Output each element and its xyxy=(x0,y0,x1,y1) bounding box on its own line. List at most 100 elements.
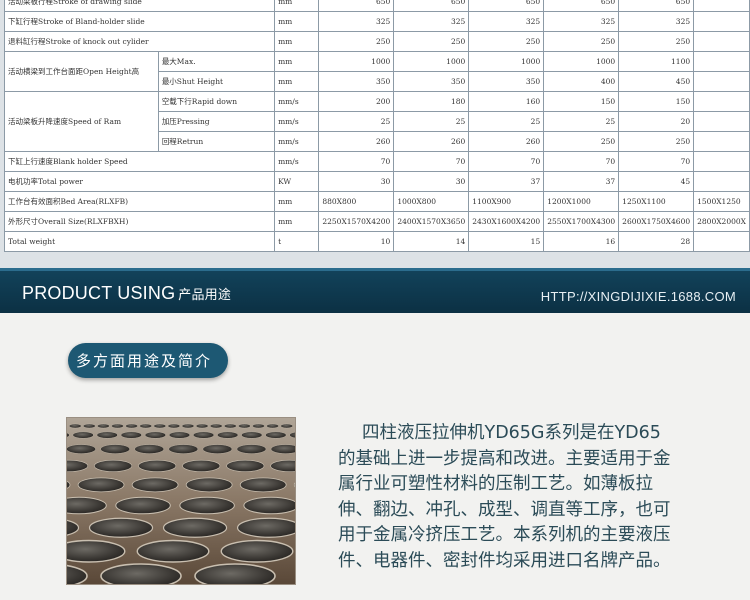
spec-value: 250 xyxy=(468,31,545,52)
spec-value: 1000 xyxy=(393,51,470,72)
spec-value: 2430X1600X4200 xyxy=(468,211,545,232)
spec-value: 350 xyxy=(468,71,545,92)
spec-value: 1000 xyxy=(543,51,620,72)
disc-shape xyxy=(144,431,166,439)
spec-value: 650 xyxy=(618,0,695,12)
spec-row: 电机功率Total power KW 30 30 37 37 45 xyxy=(3,171,750,192)
spec-value: 180 xyxy=(393,91,470,112)
spec-label: 退料缸行程Stroke of knock out cylider xyxy=(3,31,276,52)
spec-value: 30 xyxy=(393,171,470,192)
disc-shape xyxy=(134,444,164,454)
spec-value: 2600X1750X4600 xyxy=(618,211,695,232)
disc-shape xyxy=(88,517,154,538)
spec-value: 1100X900 xyxy=(468,191,545,212)
spec-row: 活动梁板升降速度Speed of Ram 空载下行Rapid down mm/s 20… xyxy=(4,91,750,152)
spec-value xyxy=(693,0,750,12)
spec-value: 250 xyxy=(618,131,695,152)
spec-value xyxy=(693,171,750,192)
product-photo-image xyxy=(67,418,295,584)
spec-value xyxy=(693,151,750,172)
spec-row: 活动梁板行程Stroke of drawing slide mm 650 650 650… xyxy=(3,0,750,12)
disc-shape xyxy=(96,431,118,439)
disc-shape xyxy=(77,477,125,493)
spec-value: 15 xyxy=(468,231,545,252)
disc-shape xyxy=(139,423,152,429)
product-photo xyxy=(66,417,296,585)
spec-label: 下缸上行速度Blank holder Speed xyxy=(3,151,276,172)
spec-label: 下缸行程Stroke of Bland-holder slide xyxy=(3,11,276,32)
spec-value: 200 xyxy=(318,91,395,112)
disc-shape xyxy=(270,444,295,454)
disc-shape xyxy=(202,444,233,454)
disc-shape xyxy=(68,423,82,429)
disc-shape xyxy=(236,517,295,538)
spec-unit: mm/s xyxy=(274,131,320,152)
disc-shape xyxy=(209,423,223,429)
spec-value: 2800X2000X xyxy=(693,211,750,232)
spec-value: 250 xyxy=(543,131,620,152)
disc-shape xyxy=(153,423,167,429)
spec-sublabel: 回程Retrun xyxy=(157,131,276,152)
spec-value: 2550X1700X4300 xyxy=(543,211,620,232)
spec-unit: mm xyxy=(274,0,320,12)
spec-value: 400 xyxy=(543,71,620,92)
spec-value: 450 xyxy=(618,71,695,92)
spec-value xyxy=(693,231,750,252)
disc-shape xyxy=(217,431,239,439)
product-using-banner: PRODUCT USING 产品用途 HTTP://XINGDIJIXIE.168… xyxy=(0,268,750,316)
disc-shape xyxy=(167,423,181,429)
spec-value: 10 xyxy=(318,231,395,252)
spec-value: 14 xyxy=(393,231,470,252)
product-description: 四柱液压拉伸机YD65G系列是在YD65的基础上进一步提高和改进。主要适用于金属… xyxy=(338,423,671,571)
spec-value xyxy=(693,71,750,92)
spec-table-area: 活动梁板行程Stroke of drawing slide mm 650 650 650… xyxy=(0,0,750,268)
spec-sublabel: 最小Shut Height xyxy=(157,71,276,92)
spec-row: 下缸上行速度Blank holder Speed mm/s 70 70 70 70 70 xyxy=(3,151,750,172)
spec-value: 350 xyxy=(318,71,395,92)
spec-label: 活动梁板行程Stroke of drawing slide xyxy=(3,0,276,12)
disc-shape xyxy=(185,477,233,493)
spec-value: 70 xyxy=(468,151,545,172)
spec-value: 37 xyxy=(468,171,545,192)
spec-label: 活动梁板升降速度Speed of Ram xyxy=(4,91,159,152)
disc-shape xyxy=(67,444,96,454)
section-badge-label: 多方面用途及简介 xyxy=(76,352,213,370)
spec-value: 25 xyxy=(543,111,620,132)
disc-shape xyxy=(169,431,190,439)
spec-unit: mm xyxy=(274,71,320,92)
spec-value: 30 xyxy=(318,171,395,192)
spec-value: 350 xyxy=(393,71,470,92)
spec-row: Total weight t 10 14 15 16 28 xyxy=(3,231,750,252)
store-url-link[interactable]: HTTP://XINGDIJIXIE.1688.COM xyxy=(541,289,736,304)
spec-unit: mm xyxy=(274,31,320,52)
spec-unit: mm/s xyxy=(274,111,320,132)
spec-value: 70 xyxy=(318,151,395,172)
disc-shape xyxy=(266,423,279,429)
spec-value: 880X800 xyxy=(318,191,395,212)
spec-unit: mm xyxy=(274,211,320,232)
spec-value: 260 xyxy=(468,131,545,152)
banner-title: PRODUCT USING 产品用途 xyxy=(22,283,231,304)
spec-value: 37 xyxy=(543,171,620,192)
disc-shape xyxy=(94,459,133,472)
spec-value: 25 xyxy=(393,111,470,132)
spec-value: 250 xyxy=(618,31,695,52)
spec-value: 28 xyxy=(618,231,695,252)
spec-value: 20 xyxy=(618,111,695,132)
spec-value: 1000 xyxy=(468,51,545,72)
spec-value: 250 xyxy=(543,31,620,52)
spec-value xyxy=(693,91,750,112)
disc-shape xyxy=(236,444,267,454)
disc-shape xyxy=(193,431,215,439)
spec-value: 45 xyxy=(618,171,695,192)
spec-value: 1200X1000 xyxy=(543,191,620,212)
spec-value: 16 xyxy=(543,231,620,252)
spec-sublabel: 加压Pressing xyxy=(157,111,276,132)
spec-unit: mm xyxy=(274,11,320,32)
banner-title-en: PRODUCT USING xyxy=(22,283,176,303)
spec-unit: mm xyxy=(274,191,320,212)
disc-shape xyxy=(100,444,130,454)
spec-unit: mm xyxy=(274,51,320,72)
spec-unit: t xyxy=(274,231,320,252)
disc-shape xyxy=(120,431,142,439)
